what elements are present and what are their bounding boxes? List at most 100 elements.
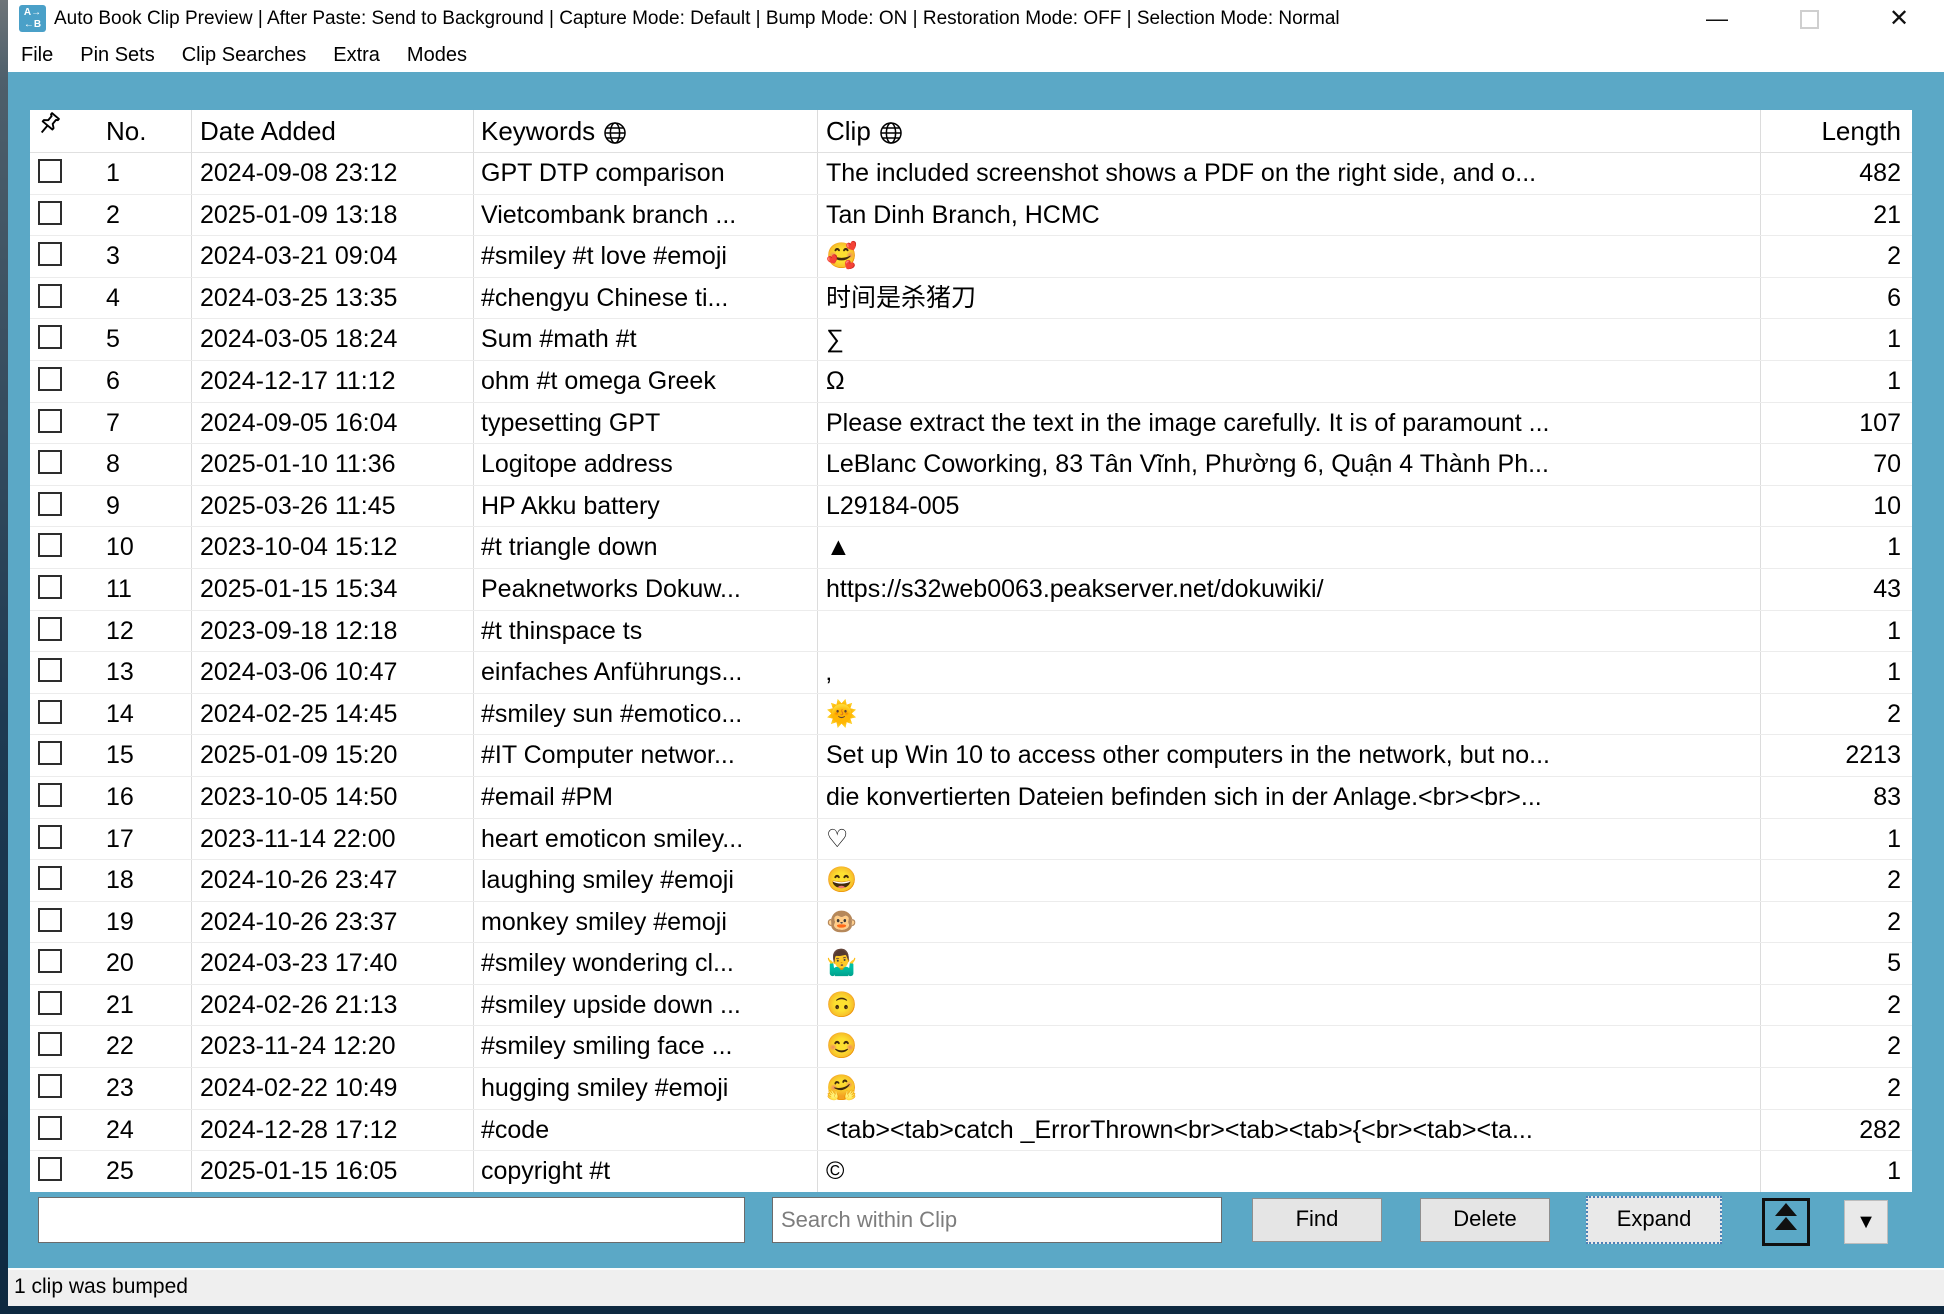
row-checkbox[interactable] [38,1074,62,1098]
cell-clip: ♡ [818,819,1761,860]
row-checkbox[interactable] [38,700,62,724]
row-checkbox[interactable] [38,492,62,516]
table-row[interactable]: 232024-02-22 10:49hugging smiley #emoji🤗… [30,1068,1912,1110]
row-checkbox[interactable] [38,741,62,765]
expand-button[interactable]: Expand [1586,1196,1722,1244]
header-date-added[interactable]: Date Added [192,110,474,152]
cell-clip: 🤗 [818,1068,1761,1109]
row-checkbox[interactable] [38,201,62,225]
table-row[interactable]: 222023-11-24 12:20#smiley smiling face .… [30,1026,1912,1068]
find-button[interactable]: Find [1252,1198,1382,1242]
cell-date-added: 2025-01-09 15:20 [192,735,474,776]
pushpin-icon [36,110,63,140]
table-row[interactable]: 142024-02-25 14:45#smiley sun #emotico..… [30,694,1912,736]
cell-no: 18 [106,860,192,901]
cell-no: 13 [106,652,192,693]
row-checkbox[interactable] [38,617,62,641]
header-keywords[interactable]: Keywords [474,110,818,152]
search-within-clip-input[interactable] [772,1197,1222,1243]
table-row[interactable]: 182024-10-26 23:47laughing smiley #emoji… [30,860,1912,902]
move-down-button[interactable]: ▼ [1844,1200,1888,1244]
menu-extra[interactable]: Extra [333,44,380,67]
cell-length: 1 [1761,819,1912,860]
row-checkbox[interactable] [38,825,62,849]
row-checkbox[interactable] [38,949,62,973]
table-row[interactable]: 132024-03-06 10:47einfaches Anführungs..… [30,652,1912,694]
row-checkbox[interactable] [38,1032,62,1056]
row-checkbox[interactable] [38,908,62,932]
row-checkbox[interactable] [38,658,62,682]
row-checkbox[interactable] [38,866,62,890]
cell-length: 1 [1761,361,1912,402]
table-row[interactable]: 252025-01-15 16:05copyright #t©1 [30,1151,1912,1192]
row-checkbox[interactable] [38,1116,62,1140]
close-button[interactable]: ✕ [1876,0,1922,38]
table-row[interactable]: 152025-01-09 15:20#IT Computer networ...… [30,735,1912,777]
row-checkbox[interactable] [38,409,62,433]
cell-keywords: HP Akku battery [474,486,818,527]
cell-no: 17 [106,819,192,860]
menu-clip-searches[interactable]: Clip Searches [182,44,307,67]
header-length[interactable]: Length [1761,110,1912,152]
table-row[interactable]: 52024-03-05 18:24Sum #math #t∑1 [30,319,1912,361]
cell-date-added: 2024-10-26 23:37 [192,902,474,943]
cell-length: 2 [1761,860,1912,901]
row-checkbox[interactable] [38,991,62,1015]
table-row[interactable]: 92025-03-26 11:45HP Akku batteryL29184-0… [30,486,1912,528]
header-pin[interactable] [30,110,106,152]
menu-file[interactable]: File [21,44,53,67]
table-row[interactable]: 12024-09-08 23:12GPT DTP comparisonThe i… [30,153,1912,195]
cell-length: 2 [1761,694,1912,735]
row-checkbox[interactable] [38,575,62,599]
cell-date-added: 2024-03-06 10:47 [192,652,474,693]
row-checkbox[interactable] [38,450,62,474]
filter-input[interactable] [38,1197,745,1243]
table-row[interactable]: 162023-10-05 14:50#email #PMdie konverti… [30,777,1912,819]
row-checkbox[interactable] [38,159,62,183]
row-checkbox[interactable] [38,325,62,349]
table-row[interactable]: 122023-09-18 12:18#t thinspace ts1 [30,611,1912,653]
cell-clip: 🐵 [818,902,1761,943]
table-row[interactable]: 242024-12-28 17:12#code<tab><tab>catch _… [30,1110,1912,1152]
cell-length: 70 [1761,444,1912,485]
row-checkbox[interactable] [38,367,62,391]
row-checkbox[interactable] [38,783,62,807]
table-row[interactable]: 212024-02-26 21:13#smiley upside down ..… [30,985,1912,1027]
table-row[interactable]: 112025-01-15 15:34Peaknetworks Dokuw...h… [30,569,1912,611]
header-no[interactable]: No. [106,110,192,152]
row-checkbox[interactable] [38,242,62,266]
cell-length: 2213 [1761,735,1912,776]
header-clip-label: Clip [826,116,871,146]
table-row[interactable]: 72024-09-05 16:04typesetting GPTPlease e… [30,403,1912,445]
cell-checkbox [30,902,106,943]
cell-length: 2 [1761,985,1912,1026]
cell-clip: 😄 [818,860,1761,901]
table-row[interactable]: 172023-11-14 22:00heart emoticon smiley.… [30,819,1912,861]
table-row[interactable]: 192024-10-26 23:37monkey smiley #emoji🐵2 [30,902,1912,944]
menu-pin-sets[interactable]: Pin Sets [80,44,154,67]
minimize-button[interactable]: — [1694,0,1740,38]
maximize-button[interactable] [1786,0,1832,38]
header-clip[interactable]: Clip [818,110,1761,152]
cell-keywords: typesetting GPT [474,403,818,444]
table-row[interactable]: 62024-12-17 11:12ohm #t omega GreekΩ1 [30,361,1912,403]
row-checkbox[interactable] [38,1157,62,1181]
cell-length: 1 [1761,652,1912,693]
cell-checkbox [30,153,106,194]
cell-clip: The included screenshot shows a PDF on t… [818,153,1761,194]
table-row[interactable]: 22025-01-09 13:18Vietcombank branch ...T… [30,195,1912,237]
delete-button[interactable]: Delete [1420,1198,1550,1242]
row-checkbox[interactable] [38,533,62,557]
table-row[interactable]: 32024-03-21 09:04#smiley #t love #emoji🥰… [30,236,1912,278]
row-checkbox[interactable] [38,284,62,308]
cell-no: 10 [106,527,192,568]
menu-modes[interactable]: Modes [407,44,467,67]
cell-checkbox [30,1110,106,1151]
table-row[interactable]: 82025-01-10 11:36Logitope addressLeBlanc… [30,444,1912,486]
table-row[interactable]: 42024-03-25 13:35#chengyu Chinese ti...时… [30,278,1912,320]
table-row[interactable]: 102023-10-04 15:12#t triangle down▲1 [30,527,1912,569]
bump-to-top-button[interactable] [1762,1198,1810,1246]
cell-no: 16 [106,777,192,818]
table-row[interactable]: 202024-03-23 17:40#smiley wondering cl..… [30,943,1912,985]
cell-date-added: 2024-02-22 10:49 [192,1068,474,1109]
